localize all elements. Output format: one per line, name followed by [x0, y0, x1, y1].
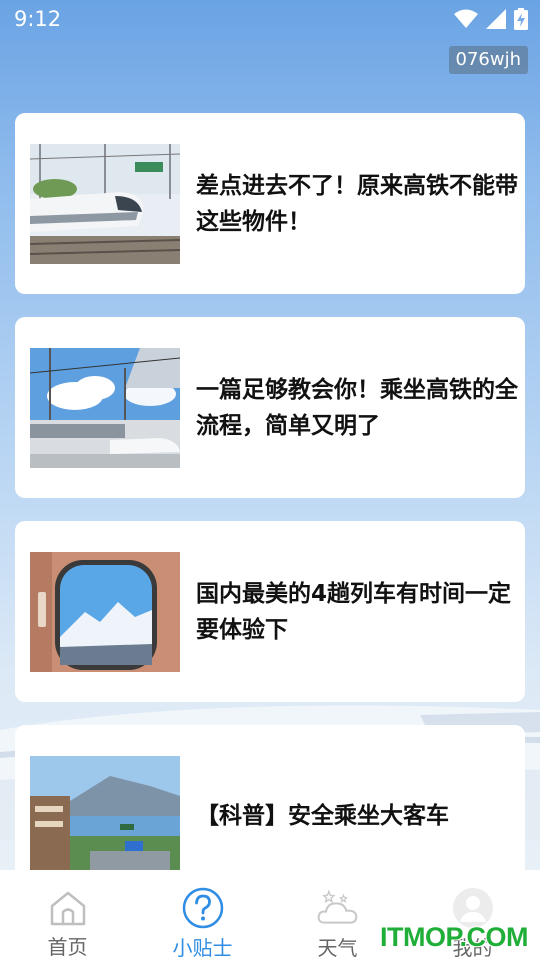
article-thumbnail [30, 143, 180, 264]
site-watermark: ITMOP.COM [380, 922, 529, 952]
status-time: 9:12 [14, 7, 62, 31]
article-list: 差点进去不了！原来高铁不能带这些物件！ 一篇足够教会你！乘坐高铁的全流程，简单又… [15, 113, 525, 906]
cellular-signal-icon [486, 9, 506, 29]
article-title: 一篇足够教会你！乘坐高铁的全流程，简单又明了 [196, 376, 518, 439]
article-title: 国内最美的4趟列车有时间一定要体验下 [196, 580, 512, 643]
status-bar: 9:12 [0, 0, 540, 38]
article-card[interactable]: 一篇足够教会你！乘坐高铁的全流程，简单又明了 [15, 317, 525, 498]
article-thumbnail [30, 755, 180, 876]
wifi-icon [454, 9, 478, 29]
article-title: 差点进去不了！原来高铁不能带这些物件！ [196, 172, 518, 235]
article-thumbnail [30, 551, 180, 672]
status-icons [454, 8, 528, 30]
tab-tips-label: 小贴士 [172, 936, 233, 960]
battery-charging-icon [514, 8, 528, 30]
tab-weather-label: 天气 [317, 936, 358, 960]
article-card[interactable]: 差点进去不了！原来高铁不能带这些物件！ [15, 113, 525, 294]
home-icon [46, 886, 90, 929]
article-thumbnail [30, 347, 180, 468]
article-card[interactable]: 国内最美的4趟列车有时间一定要体验下 [15, 521, 525, 702]
tab-tips[interactable]: 小贴士 [135, 870, 270, 960]
article-title: 【科普】安全乘坐大客车 [196, 802, 449, 829]
user-id-badge: 076wjh [448, 46, 528, 74]
tab-home[interactable]: 首页 [0, 870, 135, 960]
tab-home-label: 首页 [47, 935, 88, 959]
question-circle-icon [181, 886, 225, 930]
weather-cloud-icon [316, 886, 360, 930]
